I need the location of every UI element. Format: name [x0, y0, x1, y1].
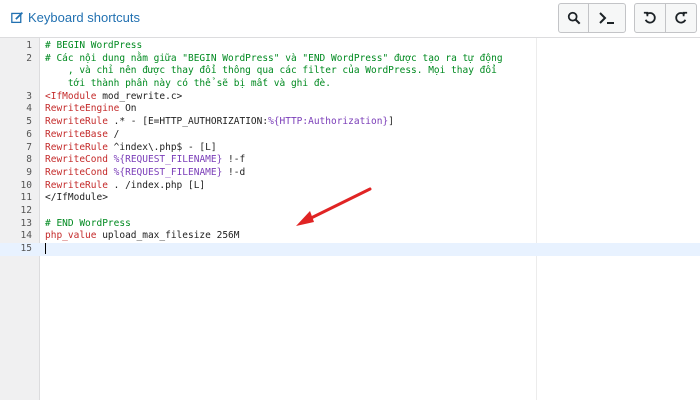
code-line-active[interactable]: 15 — [0, 243, 700, 256]
code-line[interactable]: 11 </IfModule> — [0, 192, 700, 205]
code-line[interactable]: 12 — [0, 205, 700, 218]
edit-icon — [11, 11, 24, 24]
command-palette-button[interactable] — [588, 3, 626, 33]
undo-icon — [643, 11, 656, 24]
line-number: 8 — [26, 154, 32, 166]
code-comment: # BEGIN WordPress — [45, 40, 143, 51]
code-text: . /index.php [L] — [107, 179, 206, 191]
line-number: 7 — [26, 141, 32, 153]
line-number: 9 — [26, 166, 32, 178]
line-number: 3 — [26, 90, 32, 102]
code-line-wrap[interactable]: , và chỉ nên được thay đổi thông qua các… — [0, 65, 700, 78]
text-cursor — [45, 243, 46, 254]
line-number: 13 — [20, 217, 32, 229]
terminal-icon — [599, 12, 614, 24]
line-number: 5 — [26, 116, 32, 128]
code-line[interactable]: 7 RewriteRule ^index\.php$ - [L] — [0, 142, 700, 155]
line-number: 15 — [20, 243, 32, 254]
code-line[interactable]: 1 # BEGIN WordPress — [0, 40, 700, 53]
code-line[interactable]: 3 <IfModule mod_rewrite.c> — [0, 91, 700, 104]
code-text: upload_max_filesize 256M — [96, 230, 240, 242]
redo-button[interactable] — [665, 3, 697, 33]
code-keyword: RewriteEngine — [45, 103, 120, 115]
code-keyword: RewriteRule — [45, 116, 108, 128]
code-line[interactable]: 9 RewriteCond %{REQUEST_FILENAME} !-d — [0, 167, 700, 180]
code-comment: tới thành phần này có thể sẽ bị mất và g… — [45, 78, 331, 90]
code-text: !-d — [222, 166, 246, 178]
code-text: / — [107, 128, 120, 140]
keyboard-shortcuts-label: Keyboard shortcuts — [28, 10, 141, 25]
code-line-wrap[interactable]: tới thành phần này có thể sẽ bị mất và g… — [0, 78, 700, 91]
code-line[interactable]: 8 RewriteCond %{REQUEST_FILENAME} !-f — [0, 154, 700, 167]
editor-toolbar: Keyboard shortcuts — [0, 0, 700, 37]
code-text: ^index\.php$ - [L] — [107, 141, 217, 153]
code-variable: %{REQUEST_FILENAME} — [113, 166, 223, 178]
search-button[interactable] — [558, 3, 589, 33]
code-text: On — [119, 103, 137, 115]
undo-button[interactable] — [634, 3, 666, 33]
code-line[interactable]: 10 RewriteRule . /index.php [L] — [0, 180, 700, 193]
line-number: 11 — [20, 192, 32, 204]
code-line[interactable]: 6 RewriteBase / — [0, 129, 700, 142]
code-line[interactable]: 5 RewriteRule .* - [E=HTTP_AUTHORIZATION:… — [0, 116, 700, 129]
code-text: mod_rewrite.c> — [96, 90, 183, 102]
code-comment: # END WordPress — [45, 217, 131, 229]
code-keyword: RewriteRule — [45, 141, 108, 153]
redo-icon — [675, 11, 688, 24]
line-number: 4 — [26, 103, 32, 115]
code-line[interactable]: 13 # END WordPress — [0, 218, 700, 231]
code-keyword: RewriteCond — [45, 166, 108, 178]
line-number: 2 — [26, 52, 32, 64]
code-lines[interactable]: 1 # BEGIN WordPress 2 # Các nội dung nằm g… — [0, 40, 700, 256]
line-number: 1 — [26, 40, 32, 51]
code-keyword: php_value — [45, 230, 97, 242]
code-text: !-f — [222, 154, 246, 166]
code-keyword: RewriteRule — [45, 179, 108, 191]
search-icon — [567, 11, 580, 25]
code-line[interactable]: 4 RewriteEngine On — [0, 103, 700, 116]
line-number: 10 — [20, 179, 32, 191]
line-number: 6 — [26, 128, 32, 140]
code-editor[interactable]: 1 # BEGIN WordPress 2 # Các nội dung nằm g… — [0, 37, 700, 400]
code-text: .* - [E=HTTP_AUTHORIZATION: — [107, 116, 269, 128]
code-keyword: <IfModule — [45, 90, 97, 102]
code-text: </IfModule> — [45, 192, 108, 204]
code-variable: %{REQUEST_FILENAME} — [113, 154, 223, 166]
code-text: ] — [388, 116, 394, 128]
line-number: 14 — [20, 230, 32, 242]
code-comment: , và chỉ nên được thay đổi thông qua các… — [45, 65, 497, 77]
code-keyword: RewriteBase — [45, 128, 108, 140]
line-number: 12 — [20, 204, 32, 216]
code-variable: %{HTTP:Authorization} — [268, 116, 389, 128]
code-keyword: RewriteCond — [45, 154, 108, 166]
keyboard-shortcuts-link[interactable]: Keyboard shortcuts — [11, 10, 140, 25]
code-line[interactable]: 14 php_value upload_max_filesize 256M — [0, 230, 700, 243]
code-line[interactable]: 2 # Các nội dung nằm giữa "BEGIN WordPres… — [0, 53, 700, 66]
code-comment: # Các nội dung nằm giữa "BEGIN WordPress… — [45, 52, 503, 64]
